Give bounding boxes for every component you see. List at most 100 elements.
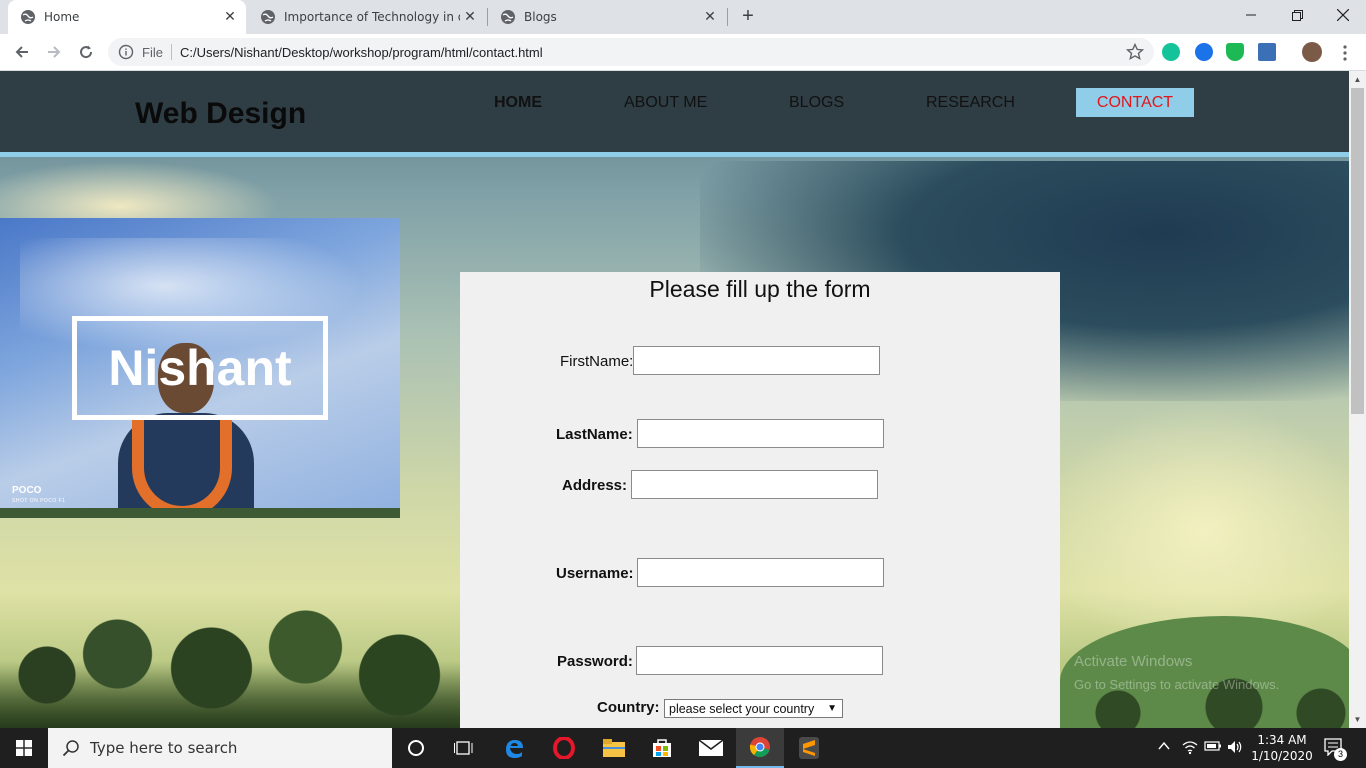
password-input[interactable] xyxy=(636,646,883,675)
browser-toolbar: File C:/Users/Nishant/Desktop/workshop/p… xyxy=(0,34,1366,71)
tab-separator xyxy=(727,8,728,26)
lastname-input[interactable] xyxy=(637,419,884,448)
wifi-icon xyxy=(1182,741,1198,755)
taskbar-clock[interactable]: 1:34 AM 1/10/2020 xyxy=(1250,732,1314,764)
globe-icon xyxy=(21,10,35,24)
dropdown-arrow-icon: ▼ xyxy=(827,703,837,714)
reload-button[interactable] xyxy=(72,38,100,66)
show-hidden-icons-button[interactable] xyxy=(1157,739,1171,757)
back-arrow-icon xyxy=(15,46,28,58)
password-label: Password: xyxy=(557,653,633,670)
globe-icon xyxy=(501,10,515,24)
minimize-button[interactable] xyxy=(1228,0,1274,30)
bookmark-star-icon[interactable] xyxy=(1126,43,1144,61)
username-input[interactable] xyxy=(637,558,884,587)
nav-home[interactable]: HOME xyxy=(494,94,542,112)
lastname-label: LastName: xyxy=(556,426,633,443)
tab-title: Importance of Technology in our xyxy=(284,10,460,24)
address-input[interactable] xyxy=(631,470,878,499)
country-select-value: please select your country xyxy=(669,701,815,716)
shield-extension-icon[interactable] xyxy=(1226,43,1244,61)
forward-arrow-icon xyxy=(48,46,61,58)
battery-icon xyxy=(1204,741,1221,751)
nav-research[interactable]: RESEARCH xyxy=(926,94,1015,112)
store-app[interactable] xyxy=(638,728,686,768)
site-header: Web Design HOME ABOUT ME BLOGS RESEARCH … xyxy=(0,71,1349,157)
network-button[interactable] xyxy=(1182,739,1198,757)
tab-home[interactable]: Home ✕ xyxy=(8,0,246,34)
forward-button[interactable] xyxy=(40,38,68,66)
close-tab-icon[interactable]: ✕ xyxy=(460,7,480,27)
name-box: Nishant xyxy=(72,316,328,420)
grammarly-extension-icon[interactable] xyxy=(1162,43,1180,61)
new-tab-button[interactable]: + xyxy=(736,5,760,29)
restore-button[interactable] xyxy=(1274,0,1320,30)
volume-button[interactable] xyxy=(1227,739,1243,757)
sublime-text-app[interactable] xyxy=(785,728,833,768)
photo-watermark: POCO xyxy=(12,485,42,496)
scroll-thumb[interactable] xyxy=(1351,88,1364,414)
task-view-icon xyxy=(454,741,473,755)
translate-extension-icon[interactable] xyxy=(1195,43,1213,61)
chrome-browser-icon xyxy=(749,737,770,757)
mail-app[interactable] xyxy=(687,728,735,768)
close-tab-icon[interactable]: ✕ xyxy=(220,7,240,27)
task-view-button[interactable] xyxy=(440,728,488,768)
url-text[interactable]: C:/Users/Nishant/Desktop/workshop/progra… xyxy=(180,45,543,60)
notification-count-badge: 3 xyxy=(1334,748,1347,761)
scroll-down-arrow-icon[interactable]: ▼ xyxy=(1349,711,1366,728)
country-select[interactable]: please select your country ▼ xyxy=(664,699,843,718)
restore-icon xyxy=(1291,9,1303,21)
contact-form: Please fill up the form FirstName: LastN… xyxy=(460,272,1060,728)
nav-about-me[interactable]: ABOUT ME xyxy=(624,94,707,112)
nav-blogs[interactable]: BLOGS xyxy=(789,94,844,112)
page-scrollbar[interactable]: ▲ ▼ xyxy=(1349,71,1366,728)
photo-ground xyxy=(0,508,400,518)
close-tab-icon[interactable]: ✕ xyxy=(700,7,720,27)
browser-tab-strip: Home ✕ Importance of Technology in our ✕… xyxy=(0,0,1366,34)
page-viewport: Web Design HOME ABOUT ME BLOGS RESEARCH … xyxy=(0,71,1349,728)
tab-blogs[interactable]: Blogs ✕ xyxy=(488,0,726,34)
scheme-label: File xyxy=(142,44,163,60)
opera-app[interactable] xyxy=(540,728,588,768)
taskbar-search-box[interactable]: Type here to search xyxy=(48,728,392,768)
form-title: Please fill up the form xyxy=(649,276,871,302)
speaker-icon xyxy=(1228,741,1242,753)
start-button[interactable] xyxy=(0,728,48,768)
edge-app[interactable] xyxy=(490,728,538,768)
country-label: Country: xyxy=(597,699,660,716)
reload-icon xyxy=(80,45,93,59)
search-icon xyxy=(62,740,79,757)
site-logo[interactable]: Web Design xyxy=(135,97,306,131)
close-window-button[interactable] xyxy=(1320,0,1366,30)
screen-extension-icon[interactable] xyxy=(1258,43,1276,61)
tab-title: Blogs xyxy=(524,10,557,24)
chevron-up-icon xyxy=(1158,741,1170,750)
tab-importance-of-technology[interactable]: Importance of Technology in our ✕ xyxy=(248,0,486,34)
chrome-app[interactable] xyxy=(736,728,784,768)
battery-button[interactable] xyxy=(1204,739,1222,757)
menu-button[interactable] xyxy=(1337,44,1353,62)
address-label: Address: xyxy=(562,477,628,494)
address-bar[interactable]: File C:/Users/Nishant/Desktop/workshop/p… xyxy=(108,38,1154,66)
file-explorer-app[interactable] xyxy=(590,728,638,768)
minimize-icon xyxy=(1246,14,1256,16)
taskbar-search-placeholder: Type here to search xyxy=(90,739,238,757)
clock-time: 1:34 AM xyxy=(1257,733,1307,747)
firstname-input[interactable] xyxy=(633,346,880,375)
cortana-button[interactable] xyxy=(392,728,440,768)
username-label: Username: xyxy=(556,565,634,582)
globe-icon xyxy=(261,10,275,24)
scroll-up-arrow-icon[interactable]: ▲ xyxy=(1349,71,1366,88)
profile-photo: Nishant POCO SHOT ON POCO F1 xyxy=(0,218,400,518)
edge-browser-icon xyxy=(506,740,523,758)
info-icon[interactable] xyxy=(118,44,134,60)
profile-avatar[interactable] xyxy=(1302,42,1322,62)
nav-contact[interactable]: CONTACT xyxy=(1076,88,1194,117)
opera-browser-icon xyxy=(553,737,575,759)
activate-windows-subtitle: Go to Settings to activate Windows. xyxy=(1074,677,1280,692)
close-icon xyxy=(1337,9,1349,21)
back-button[interactable] xyxy=(8,38,36,66)
photo-garland xyxy=(132,418,232,518)
sublime-text-icon xyxy=(799,737,819,759)
